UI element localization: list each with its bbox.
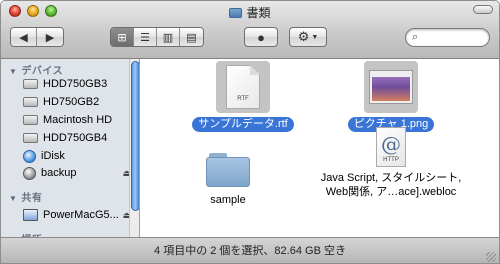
folder-icon xyxy=(206,153,250,187)
file-item-png[interactable]: ピクチャ 1.png xyxy=(316,61,466,132)
list-icon: ☰ xyxy=(140,31,150,44)
back-button[interactable]: ◀ xyxy=(11,28,37,46)
file-icon-wrap: @ HTTP xyxy=(366,125,416,169)
eye-icon: ● xyxy=(257,29,265,45)
grid-icon: ⊞ xyxy=(117,31,127,44)
coverflow-icon: ▤ xyxy=(186,31,197,44)
list-view-button[interactable]: ☰ xyxy=(134,28,157,46)
computer-icon xyxy=(23,209,38,221)
coverflow-view-button[interactable]: ▤ xyxy=(180,28,203,46)
file-type-badge: RTF xyxy=(237,96,249,102)
sidebar-item-label: HDD750GB4 xyxy=(43,132,108,144)
disclosure-triangle-icon: ▼ xyxy=(9,194,18,203)
rtf-document-icon: RTF xyxy=(226,65,260,109)
magnifier-icon: ⌕ xyxy=(412,31,419,43)
sidebar-item-hdd750gb4[interactable]: HDD750GB4 xyxy=(23,129,133,147)
hard-drive-icon xyxy=(23,97,38,107)
hard-drive-icon xyxy=(23,79,38,89)
file-icon-wrap: RTF xyxy=(216,61,270,113)
webloc-icon: @ HTTP xyxy=(376,127,406,167)
sidebar-item-label: PowerMacG5... xyxy=(43,209,119,221)
scrollbar-thumb[interactable] xyxy=(131,61,139,211)
file-item-webloc[interactable]: @ HTTP Java Script, スタイルシート, Web関係, ア…ac… xyxy=(296,125,486,199)
toolbar-toggle-button[interactable] xyxy=(473,5,493,14)
chevron-down-icon: ▼ xyxy=(311,33,319,41)
at-sign-icon: @ xyxy=(381,132,401,156)
quick-look-button[interactable]: ● xyxy=(244,27,278,47)
sidebar-item-hd750gb2[interactable]: HD750GB2 xyxy=(23,93,133,111)
sidebar-item-powermacg5[interactable]: PowerMacG5... ⏏ xyxy=(23,206,133,224)
file-item-rtf[interactable]: RTF サンプルデータ.rtf xyxy=(168,61,318,132)
file-area: RTF サンプルデータ.rtf ピクチャ 1.png sample @ HTTP xyxy=(141,59,499,237)
folder-icon xyxy=(229,8,243,18)
arrow-left-icon: ◀ xyxy=(19,31,28,44)
idisk-icon xyxy=(23,149,36,163)
file-icon-wrap xyxy=(364,61,418,113)
columns-icon: ▥ xyxy=(162,31,174,44)
file-name-line: Java Script, スタイルシート, xyxy=(320,172,462,184)
sidebar-item-label: HD750GB2 xyxy=(43,96,100,108)
file-item-folder-sample[interactable]: sample xyxy=(153,145,303,208)
sidebar-item-hdd750gb3[interactable]: HDD750GB3 xyxy=(23,75,133,93)
sidebar-scrollbar[interactable] xyxy=(129,59,139,237)
sidebar-section-label: 共有 xyxy=(21,193,43,204)
file-type-badge: HTTP xyxy=(383,157,399,163)
icon-view-button[interactable]: ⊞ xyxy=(111,28,134,46)
file-icon-wrap xyxy=(204,145,252,189)
file-name[interactable]: サンプルデータ.rtf xyxy=(192,117,294,132)
toolbar: 書類 ◀ ▶ ⊞ ☰ ▥ ▤ ● ⚙ ▼ ⌕ xyxy=(1,1,499,59)
status-bar: 4 項目中の 2 個を選択、82.64 GB 空き xyxy=(1,237,499,263)
window-title: 書類 xyxy=(1,4,499,21)
resize-grip-icon[interactable] xyxy=(486,252,496,262)
hard-drive-icon xyxy=(23,115,38,125)
sidebar-item-label: iDisk xyxy=(41,150,65,162)
sidebar-item-backup[interactable]: backup ⏏ xyxy=(23,164,133,182)
sidebar: ▼ デバイス HDD750GB3 HD750GB2 Macintosh HD HD… xyxy=(1,59,140,237)
search-field[interactable]: ⌕ xyxy=(405,28,490,47)
back-forward-control: ◀ ▶ xyxy=(10,27,64,47)
sidebar-item-label: backup xyxy=(41,167,77,179)
arrow-right-icon: ▶ xyxy=(45,31,55,44)
gear-icon: ⚙ xyxy=(297,29,310,44)
sidebar-section-shared[interactable]: ▼ 共有 xyxy=(9,189,42,204)
finder-window: 書類 ◀ ▶ ⊞ ☰ ▥ ▤ ● ⚙▼ ⌕ ▼デバイス HDD750GB3 xyxy=(0,0,500,264)
sidebar-item-macintosh-hd[interactable]: Macintosh HD xyxy=(23,111,133,129)
sidebar-item-idisk[interactable]: iDisk xyxy=(23,147,133,165)
view-mode-control: ⊞ ☰ ▥ ▤ xyxy=(110,27,204,47)
search-input[interactable] xyxy=(421,31,482,44)
column-view-button[interactable]: ▥ xyxy=(157,28,180,46)
window-title-text: 書類 xyxy=(246,6,271,20)
sidebar-item-label: Macintosh HD xyxy=(43,114,113,126)
status-text: 4 項目中の 2 個を選択、82.64 GB 空き xyxy=(154,245,346,257)
forward-button[interactable]: ▶ xyxy=(37,28,63,46)
file-name[interactable]: Java Script, スタイルシート, Web関係, ア…ace].webl… xyxy=(296,171,486,199)
png-image-icon xyxy=(370,71,412,103)
sidebar-item-label: HDD750GB3 xyxy=(43,78,108,90)
action-menu-button[interactable]: ⚙ ▼ xyxy=(289,27,327,47)
backup-disk-icon xyxy=(23,166,36,180)
file-name-line: Web関係, ア…ace].webloc xyxy=(325,186,457,198)
file-name[interactable]: sample xyxy=(204,193,251,208)
hard-drive-icon xyxy=(23,133,38,143)
disclosure-triangle-icon: ▼ xyxy=(9,67,18,76)
